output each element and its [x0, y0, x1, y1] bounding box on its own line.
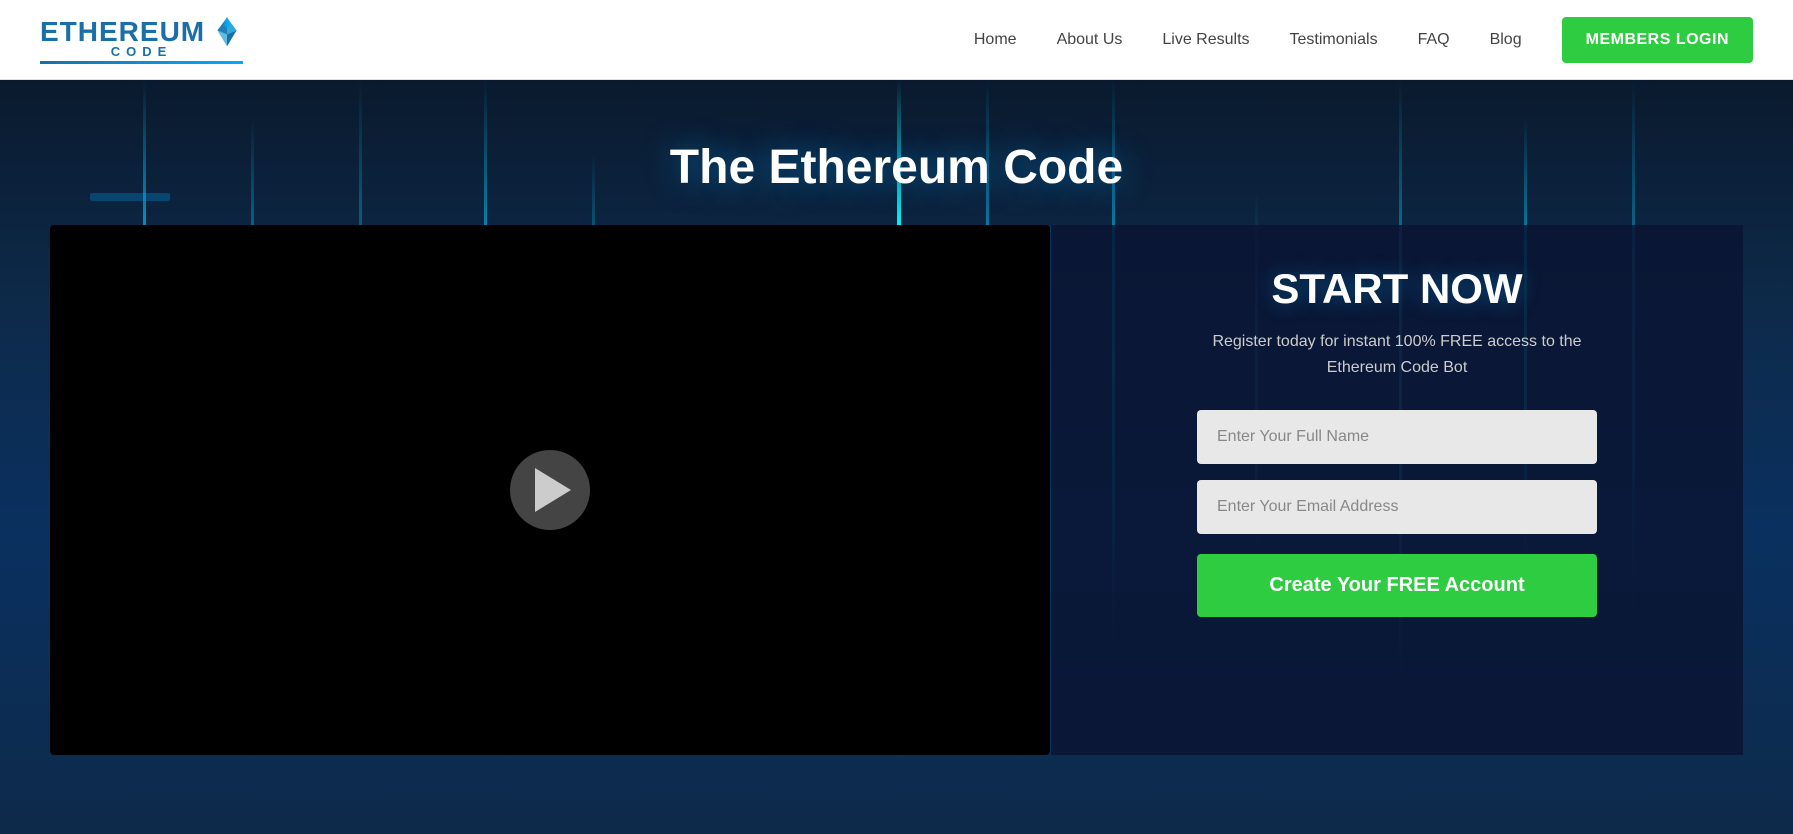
play-icon — [535, 468, 571, 512]
logo: ETHEREUM CODE — [40, 16, 243, 64]
ethereum-logo-icon — [211, 16, 243, 48]
nav-item-faq[interactable]: FAQ — [1418, 31, 1450, 49]
logo-underline — [40, 61, 243, 64]
site-header: ETHEREUM CODE Home About Us Live Results… — [0, 0, 1793, 80]
signup-panel: START NOW Register today for instant 100… — [1050, 225, 1743, 755]
logo-code-text: CODE — [111, 44, 173, 59]
members-login-button[interactable]: MEMBERS LOGIN — [1562, 17, 1753, 63]
email-input[interactable] — [1197, 480, 1597, 534]
signup-description: Register today for instant 100% FREE acc… — [1207, 329, 1587, 380]
nav-item-blog[interactable]: Blog — [1490, 31, 1522, 49]
full-name-input[interactable] — [1197, 410, 1597, 464]
hero-content: START NOW Register today for instant 100… — [0, 225, 1793, 755]
signup-heading: START NOW — [1271, 265, 1522, 313]
main-nav: Home About Us Live Results Testimonials … — [974, 17, 1753, 63]
create-account-button[interactable]: Create Your FREE Account — [1197, 554, 1597, 617]
hero-heading: The Ethereum Code — [0, 140, 1793, 195]
hero-section: The Ethereum Code START NOW Register tod… — [0, 80, 1793, 834]
nav-item-about[interactable]: About Us — [1057, 31, 1123, 49]
nav-item-home[interactable]: Home — [974, 31, 1017, 49]
video-player[interactable] — [50, 225, 1050, 755]
hero-title-area: The Ethereum Code — [0, 80, 1793, 225]
play-button[interactable] — [510, 450, 590, 530]
nav-item-live-results[interactable]: Live Results — [1162, 31, 1249, 49]
nav-item-testimonials[interactable]: Testimonials — [1290, 31, 1378, 49]
